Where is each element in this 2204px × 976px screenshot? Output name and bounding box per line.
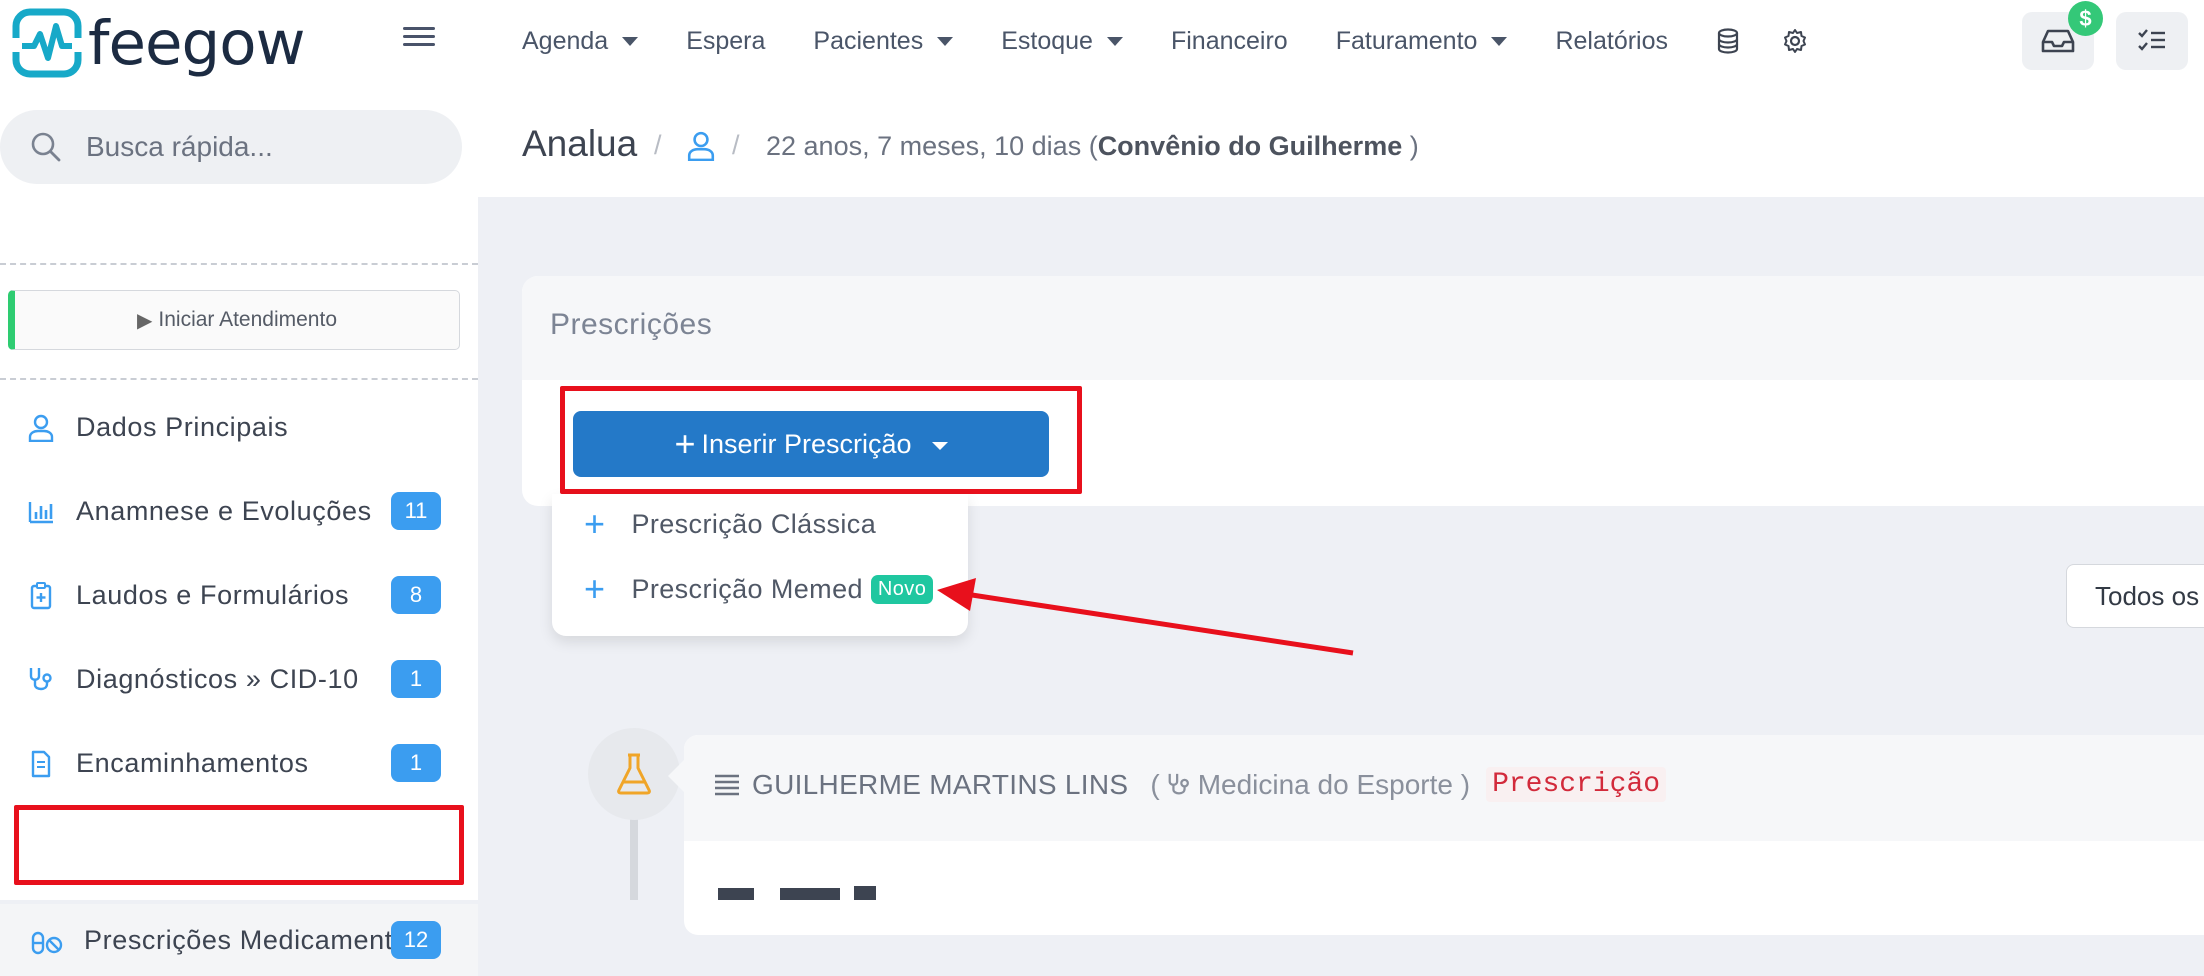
nav-financeiro-label: Financeiro [1170, 26, 1288, 55]
card-title: Prescrições [550, 308, 713, 341]
top-navbar: feegow Agenda Espera Pacientes Estoque F… [0, 0, 2204, 94]
divider [0, 263, 478, 265]
sidebar-item-diagnosticos[interactable]: Diagnósticos » CID-10 1 [0, 643, 478, 715]
sidebar-item-label: Prescrições Medicamentos [84, 924, 423, 955]
sidebar-item-label: Laudos e Formulários [76, 579, 350, 610]
nav-estoque[interactable]: Estoque [1001, 27, 1123, 56]
card-header: Prescrições [522, 276, 2204, 380]
plus-icon: + [584, 568, 606, 609]
menu-item-classica[interactable]: + Prescrição Clássica [584, 506, 876, 542]
nav-financeiro[interactable]: Financeiro [1171, 27, 1288, 56]
feegow-logo[interactable]: feegow [12, 7, 305, 79]
nav-faturamento-label: Faturamento [1335, 26, 1478, 55]
list-icon [715, 774, 739, 795]
filter-dropdown[interactable]: Todos os [2066, 564, 2204, 628]
sidebar: ▶Iniciar Atendimento Dados Principais An… [0, 94, 478, 976]
breadcrumb-separator: / [732, 130, 740, 160]
menu-toggle-icon[interactable] [403, 22, 435, 52]
entry-type-tag: Prescrição [1486, 767, 1667, 802]
paren-close: ) [1402, 131, 1419, 161]
user-icon [24, 411, 58, 445]
count-badge: 8 [391, 576, 441, 614]
chevron-down-icon [937, 36, 954, 46]
patient-age-insurance: 22 anos, 7 meses, 10 dias (Convênio do G… [766, 131, 1419, 162]
document-icon [24, 747, 58, 781]
patient-insurance[interactable]: Convênio do Guilherme [1098, 131, 1403, 161]
sidebar-item-label: Dados Principais [76, 411, 289, 442]
sidebar-item-dados-principais[interactable]: Dados Principais [0, 391, 478, 463]
database-icon[interactable] [1716, 28, 1740, 54]
main-nav: Agenda Espera Pacientes Estoque Financei… [522, 0, 1850, 82]
start-attendance-label: Iniciar Atendimento [158, 308, 337, 331]
search-input[interactable] [84, 130, 444, 164]
play-icon: ▶ [137, 309, 153, 332]
nav-espera-label: Espera [686, 26, 766, 55]
tasks-button[interactable] [2116, 12, 2188, 70]
start-attendance-button[interactable]: ▶ Iniciar Atendimento [8, 290, 460, 350]
chevron-down-icon [1491, 36, 1508, 46]
new-badge: Novo [870, 574, 934, 604]
cut-off-content [714, 880, 1014, 900]
chevron-down-icon [1106, 36, 1123, 46]
clipboard-plus-icon [24, 579, 58, 613]
breadcrumb-separator: / [654, 130, 662, 160]
menu-item-label: Prescrição Memed [631, 573, 863, 604]
sidebar-item-label: Diagnósticos » CID-10 [76, 663, 359, 694]
sidebar-item-label: Encaminhamentos [76, 747, 309, 778]
entry-pointer [668, 760, 684, 792]
nav-agenda[interactable]: Agenda [522, 26, 639, 56]
entry-title: GUILHERME MARTINS LINS ( Medicina do Esp… [714, 767, 1667, 802]
stethoscope-icon [24, 663, 58, 697]
chevron-down-icon [622, 36, 639, 46]
nav-agenda-label: Agenda [522, 26, 609, 55]
count-badge: 1 [391, 744, 441, 782]
balance-badge[interactable]: $ [2068, 1, 2103, 36]
nav-relatorios[interactable]: Relatórios [1555, 27, 1668, 56]
quick-search[interactable] [0, 110, 462, 184]
stethoscope-icon [1168, 773, 1189, 794]
paren-open: ( [1150, 768, 1160, 800]
inbox-icon [2041, 29, 2075, 53]
pills-icon [30, 926, 64, 960]
nav-espera[interactable]: Espera [686, 27, 765, 56]
gear-icon[interactable] [1782, 28, 1808, 54]
sidebar-highlight-box [14, 805, 464, 885]
specialty-label: Medicina do Esporte ) [1197, 768, 1471, 800]
count-badge: 1 [391, 660, 441, 698]
nav-estoque-label: Estoque [1001, 26, 1093, 55]
plus-icon: + [584, 503, 606, 544]
menu-item-label: Prescrição Clássica [631, 508, 877, 539]
nav-relatorios-label: Relatórios [1555, 26, 1669, 55]
sidebar-item-encaminhamentos[interactable]: Encaminhamentos 1 [0, 727, 478, 799]
insert-highlight-box [560, 386, 1082, 494]
nav-pacientes[interactable]: Pacientes [813, 26, 954, 56]
sidebar-item-anamnese[interactable]: Anamnese e Evoluções 11 [0, 475, 478, 547]
patient-name: Analua [522, 123, 638, 164]
prescription-dropdown-menu: + Prescrição Clássica + Prescrição Memed No… [552, 494, 968, 636]
flask-icon [588, 728, 680, 820]
specialty: ( Medicina do Esporte ) [1150, 769, 1470, 801]
nav-faturamento[interactable]: Faturamento [1336, 27, 1508, 56]
divider [0, 378, 478, 380]
brand-name: feegow [88, 7, 305, 79]
nav-pacientes-label: Pacientes [813, 26, 924, 55]
checklist-icon [2138, 29, 2165, 51]
search-icon [31, 132, 61, 162]
sidebar-item-label: Anamnese e Evoluções [76, 495, 372, 526]
doctor-name: GUILHERME MARTINS LINS [752, 768, 1129, 800]
prescription-entry-card [684, 735, 2204, 935]
sidebar-item-laudos[interactable]: Laudos e Formulários 8 [0, 559, 478, 631]
bar-chart-icon [24, 495, 58, 529]
sidebar-item-prescricoes[interactable]: Prescrições Medicamentos 12 [0, 904, 478, 976]
user-icon[interactable] [687, 131, 715, 166]
count-badge: 12 [391, 921, 441, 959]
menu-item-memed[interactable]: + Prescrição Memed Novo [584, 568, 934, 609]
count-badge: 11 [391, 492, 441, 530]
patient-age: 22 anos, 7 meses, 10 dias ( [766, 131, 1098, 161]
heartbeat-logo-icon [12, 8, 82, 78]
